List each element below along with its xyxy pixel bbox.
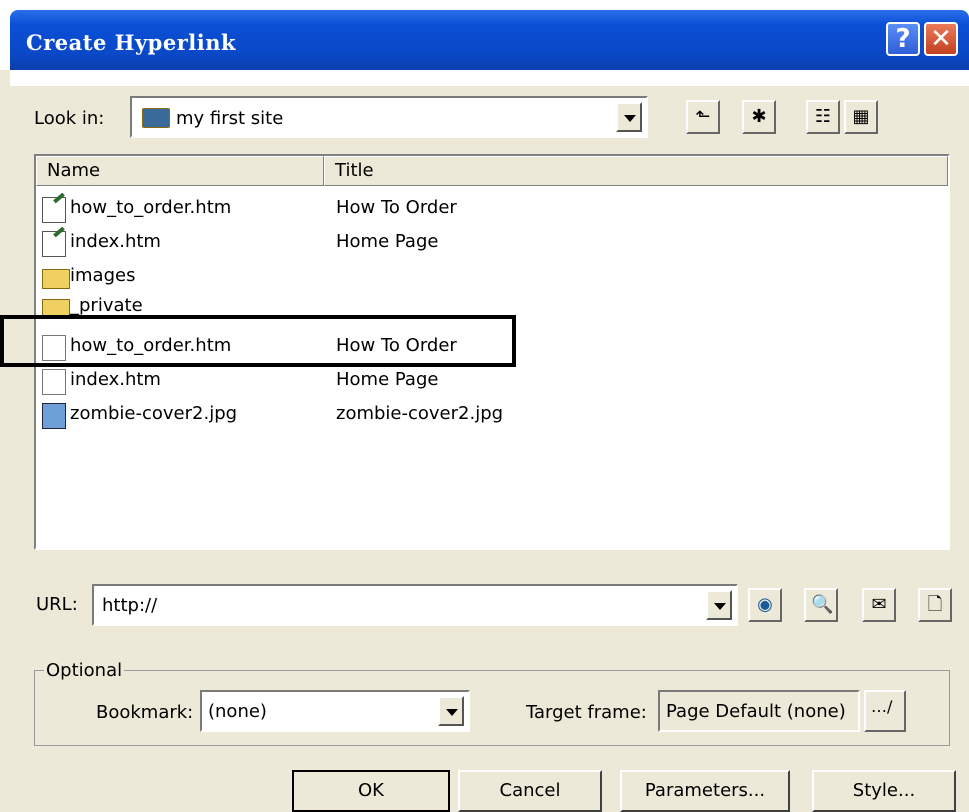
file-title: Home Page bbox=[336, 231, 439, 252]
pencil-icon: …/ bbox=[871, 697, 893, 716]
new-folder-button[interactable]: ✱ bbox=[742, 100, 776, 134]
target-frame-label: Target frame: bbox=[526, 702, 647, 723]
url-input[interactable]: http:// bbox=[92, 584, 738, 626]
browse-web-button[interactable]: ◉ bbox=[748, 588, 782, 622]
chevron-down-icon[interactable] bbox=[616, 102, 642, 132]
up-one-level-button[interactable]: ⬑ bbox=[686, 100, 720, 134]
title-bar: Create Hyperlink ? ✕ bbox=[0, 0, 969, 86]
cancel-button[interactable]: Cancel bbox=[458, 770, 602, 812]
target-frame-button[interactable]: …/ bbox=[864, 690, 906, 732]
select-file-icon: 🔍 bbox=[811, 594, 834, 615]
email-icon: ✉ bbox=[871, 594, 887, 615]
file-name: index.htm bbox=[70, 231, 161, 252]
up-one-level-icon: ⬑ bbox=[695, 106, 711, 127]
web-page-edit-icon bbox=[42, 197, 66, 223]
file-name: index.htm bbox=[70, 369, 161, 390]
help-button[interactable]: ? bbox=[886, 22, 920, 56]
file-name: images bbox=[70, 265, 136, 286]
file-name: how_to_order.htm bbox=[70, 197, 232, 218]
folder-icon bbox=[42, 269, 70, 289]
web-page-icon bbox=[42, 369, 66, 395]
window-left-edge bbox=[0, 70, 10, 812]
column-header-name[interactable]: Name bbox=[36, 156, 324, 186]
chevron-down-icon[interactable] bbox=[706, 590, 732, 620]
web-folder-icon bbox=[142, 108, 170, 128]
look-in-label: Look in: bbox=[34, 108, 105, 129]
new-folder-icon: ✱ bbox=[751, 106, 767, 127]
web-page-edit-icon bbox=[42, 231, 66, 257]
look-in-dropdown[interactable]: my first site bbox=[130, 96, 648, 138]
file-title: zombie-cover2.jpg bbox=[336, 403, 504, 424]
file-name: zombie-cover2.jpg bbox=[70, 403, 238, 424]
column-header-title[interactable]: Title bbox=[324, 156, 948, 186]
optional-group-label: Optional bbox=[44, 660, 125, 681]
parameters-button[interactable]: Parameters... bbox=[620, 770, 790, 812]
new-page-button[interactable]: 🗋 bbox=[918, 588, 952, 622]
close-button[interactable]: ✕ bbox=[924, 22, 958, 56]
bookmark-value: (none) bbox=[208, 701, 267, 722]
target-frame-value: Page Default (none) bbox=[666, 701, 846, 722]
bookmark-label: Bookmark: bbox=[96, 702, 194, 723]
browse-web-icon: ◉ bbox=[757, 594, 773, 615]
new-page-icon: 🗋 bbox=[927, 594, 943, 615]
url-value: http:// bbox=[102, 595, 158, 616]
select-file-button[interactable]: 🔍 bbox=[804, 588, 838, 622]
dialog-title: Create Hyperlink bbox=[26, 30, 237, 55]
target-frame-field: Page Default (none) bbox=[658, 690, 860, 732]
highlight-box bbox=[0, 315, 516, 367]
image-file-icon bbox=[42, 403, 66, 429]
file-title: Home Page bbox=[336, 369, 439, 390]
list-view-button[interactable]: ☷ bbox=[806, 100, 840, 134]
style-button[interactable]: Style... bbox=[812, 770, 956, 812]
file-title: How To Order bbox=[336, 197, 457, 218]
list-view-icon: ☷ bbox=[814, 106, 832, 127]
details-view-button[interactable]: ▦ bbox=[844, 100, 878, 134]
look-in-value: my first site bbox=[176, 108, 284, 129]
ok-button[interactable]: OK bbox=[292, 770, 450, 812]
url-label: URL: bbox=[36, 594, 78, 615]
bookmark-dropdown[interactable]: (none) bbox=[200, 690, 470, 732]
email-button[interactable]: ✉ bbox=[862, 588, 896, 622]
details-view-icon: ▦ bbox=[852, 106, 870, 127]
chevron-down-icon[interactable] bbox=[438, 696, 464, 726]
